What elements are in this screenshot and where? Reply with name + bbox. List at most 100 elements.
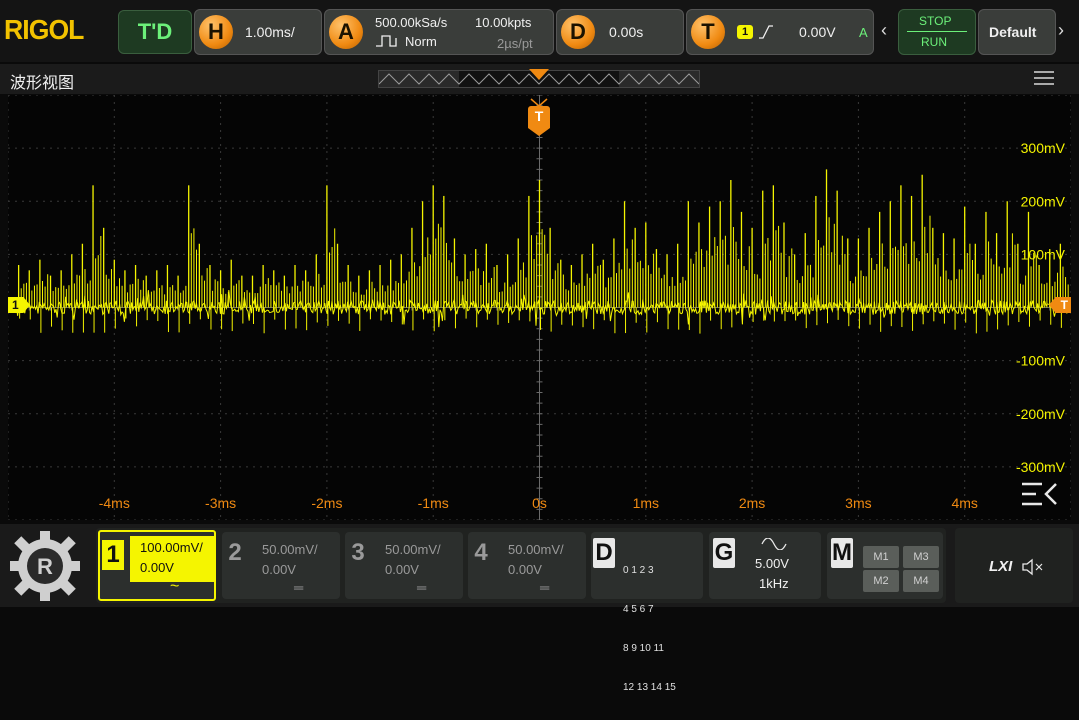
trigger-time-marker[interactable]: T — [528, 106, 550, 128]
memory-overview-bar[interactable] — [378, 69, 700, 88]
trigger-level: 0.00V — [799, 24, 836, 40]
channel-4-number: 4 — [474, 539, 488, 566]
default-button[interactable]: Default — [978, 9, 1056, 55]
digital-row: 4 5 6 7 — [623, 604, 654, 615]
stop-label: STOP — [919, 14, 952, 28]
sample-rate: 500.00kSa/s — [375, 15, 448, 30]
acquire-mode: Norm — [405, 34, 437, 49]
channel-4-coupling: ═ — [540, 580, 550, 595]
rising-edge-icon — [759, 25, 773, 39]
x-axis-label: -2ms — [311, 495, 342, 511]
rigol-gear-icon[interactable]: R — [6, 528, 84, 604]
digital-row: 12 13 14 15 — [623, 682, 676, 693]
x-axis-label: 1ms — [633, 495, 659, 511]
channel-3-panel[interactable]: 3 50.00mV/ 0.00V ═ — [345, 532, 463, 599]
y-axis-label: -100mV — [1016, 353, 1066, 369]
svg-text:R: R — [37, 554, 53, 579]
acquire-panel[interactable]: A 500.00kSa/s 10.00kpts Norm 2µs/pt — [324, 9, 554, 55]
channel-1-scale: 100.00mV/ — [140, 540, 203, 555]
generator-panel[interactable]: G 5.00V 1kHz — [709, 532, 821, 599]
math-m1-button[interactable]: M1 — [863, 546, 899, 568]
rigol-logo: RIGOL — [4, 14, 84, 45]
channel-2-offset: 0.00V — [262, 562, 296, 577]
generator-label: G — [713, 538, 735, 568]
channel-2-scale: 50.00mV/ — [262, 542, 318, 557]
trigger-position-marker — [529, 69, 549, 80]
channel-3-number: 3 — [351, 539, 365, 566]
channel-4-panel[interactable]: 4 50.00mV/ 0.00V ═ — [468, 532, 586, 599]
channel-2-number: 2 — [228, 539, 242, 566]
speaker-muted-icon[interactable] — [1021, 558, 1045, 576]
menu-icon[interactable] — [1034, 71, 1054, 85]
channel-4-scale: 50.00mV/ — [508, 542, 564, 557]
top-status-bar: RIGOL T'D H 1.00ms/ A 500.00kSa/s 10.00k… — [0, 0, 1079, 62]
digital-channel-grid: 0 1 2 3 4 5 6 7 8 9 10 11 12 13 14 15 — [623, 538, 676, 720]
y-axis-label: -300mV — [1016, 459, 1066, 475]
x-axis-label: 3ms — [845, 495, 871, 511]
delay-panel[interactable]: D 0.00s — [556, 9, 684, 55]
channel-3-coupling: ═ — [417, 580, 427, 595]
horizontal-panel[interactable]: H 1.00ms/ — [194, 9, 322, 55]
channel-4-offset: 0.00V — [508, 562, 542, 577]
channel-3-offset: 0.00V — [385, 562, 419, 577]
memory-depth: 10.00kpts — [475, 15, 532, 30]
trigger-source-badge: 1 — [737, 25, 753, 39]
trigger-icon: T — [691, 15, 725, 49]
bottom-channel-bar: R 1 100.00mV/ 0.00V ~ 2 50.00mV/ 0.00V ═… — [0, 524, 1079, 693]
digital-row: 8 9 10 11 — [623, 643, 664, 654]
y-axis-label: -200mV — [1016, 406, 1066, 422]
waveform-view-header: 波形视图 — [0, 64, 1079, 94]
waveform-view-title: 波形视图 — [10, 75, 75, 92]
run-label: RUN — [921, 35, 947, 49]
collapse-panel-icon[interactable] — [1020, 480, 1060, 508]
digital-row: 0 1 2 3 — [623, 565, 654, 576]
channel-2-coupling: ═ — [294, 580, 304, 595]
digital-label: D — [593, 538, 615, 568]
time-per-point: 2µs/pt — [497, 36, 533, 51]
status-area: LXI — [955, 528, 1073, 603]
run-stop-button[interactable]: STOP RUN — [898, 9, 976, 55]
math-m3-button[interactable]: M3 — [903, 546, 939, 568]
x-axis-label: 2ms — [739, 495, 765, 511]
x-axis-label: -4ms — [99, 495, 130, 511]
x-axis-label: -3ms — [205, 495, 236, 511]
delay-icon: D — [561, 15, 595, 49]
x-axis-label: 0s — [532, 495, 547, 511]
channel-1-coupling: ~ — [170, 578, 180, 595]
waveform-plot: 300mV 200mV 100mV -100mV -200mV -300mV -4ms -3m… — [8, 95, 1071, 520]
y-axis-label: 100mV — [1021, 246, 1066, 262]
chevron-left-icon[interactable]: ‹ — [881, 20, 887, 41]
y-axis-label: 300mV — [1021, 140, 1066, 156]
delay-value: 0.00s — [609, 24, 644, 40]
trigger-marker-tip — [528, 128, 550, 136]
x-axis-label: -1ms — [418, 495, 449, 511]
trigger-sweep: A — [859, 25, 868, 40]
run-divider — [907, 31, 967, 32]
math-m2-button[interactable]: M2 — [863, 570, 899, 592]
channel-2-panel[interactable]: 2 50.00mV/ 0.00V ═ — [222, 532, 340, 599]
lxi-status[interactable]: LXI — [989, 558, 1012, 575]
math-panel[interactable]: M M1 M3 M2 M4 — [827, 532, 943, 599]
math-m4-button[interactable]: M4 — [903, 570, 939, 592]
acquire-icon: A — [329, 15, 363, 49]
channel-1-number: 1 — [102, 540, 124, 570]
horizontal-scale: 1.00ms/ — [245, 24, 295, 40]
chevron-right-icon[interactable]: › — [1058, 20, 1064, 41]
channel-1-offset: 0.00V — [140, 560, 174, 575]
horizontal-icon: H — [199, 15, 233, 49]
channel-3-scale: 50.00mV/ — [385, 542, 441, 557]
trigger-panel[interactable]: T 1 0.00V A — [686, 9, 874, 55]
x-axis-label: 4ms — [951, 495, 977, 511]
sine-wave-icon — [761, 538, 787, 550]
trigger-offset-chevron — [528, 95, 550, 107]
digital-panel[interactable]: D 0 1 2 3 4 5 6 7 8 9 10 11 12 13 14 15 — [591, 532, 703, 693]
pulse-icon — [376, 35, 397, 47]
y-axis-label: 200mV — [1021, 193, 1066, 209]
default-label: Default — [989, 24, 1037, 40]
generator-frequency: 1kHz — [759, 576, 789, 591]
waveform-grid[interactable]: 300mV 200mV 100mV -100mV -200mV -300mV -4ms -3m… — [8, 95, 1071, 520]
generator-amplitude: 5.00V — [755, 556, 789, 571]
channel-1-panel[interactable]: 1 100.00mV/ 0.00V ~ — [98, 530, 216, 601]
trigger-status[interactable]: T'D — [118, 10, 192, 54]
math-label: M — [831, 538, 853, 568]
